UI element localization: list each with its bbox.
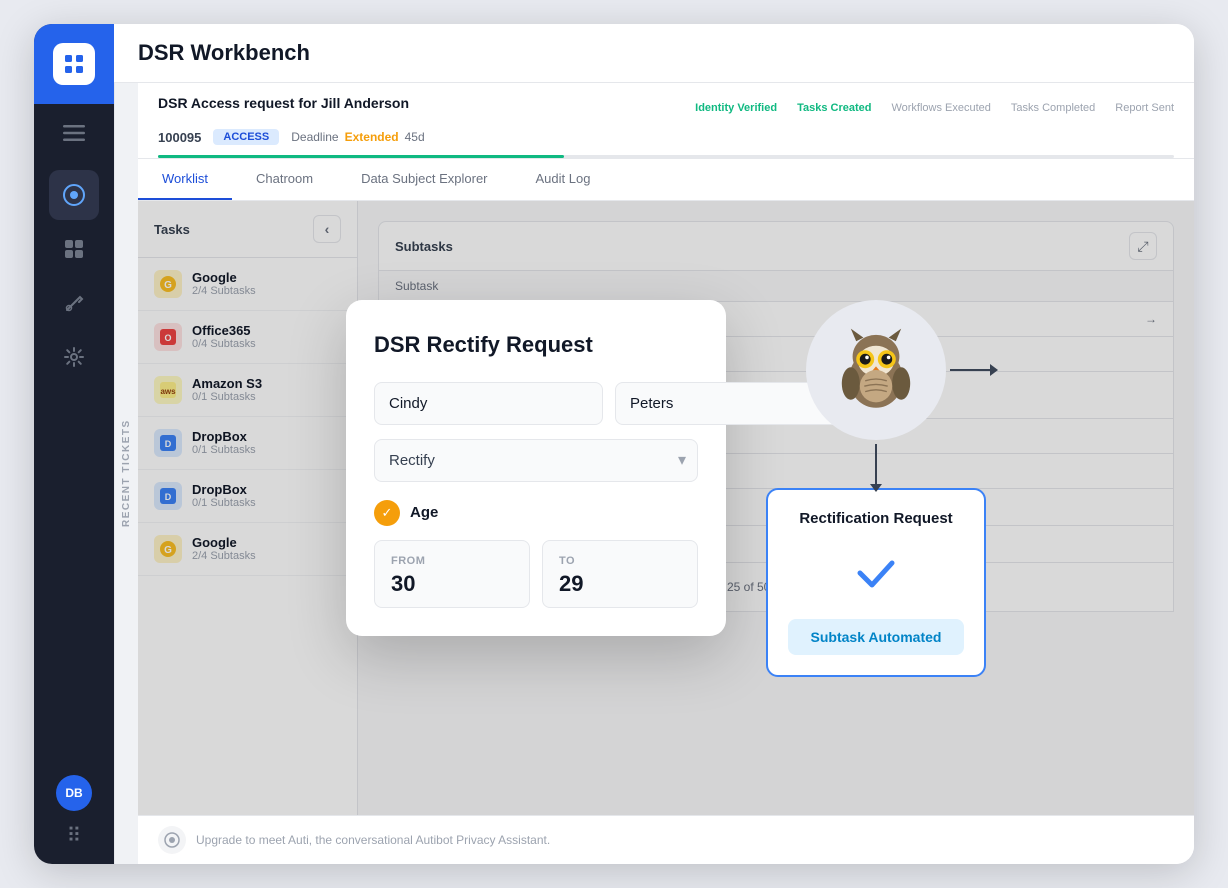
request-type-select[interactable]: Rectify xyxy=(374,439,698,482)
modal-and-right: DSR Rectify Request Rectify ▾ xyxy=(346,300,986,677)
auti-icon xyxy=(158,826,186,854)
logo-icon xyxy=(53,43,95,85)
rect-title: Rectification Request xyxy=(788,510,964,527)
tab-audit-log[interactable]: Audit Log xyxy=(512,159,615,200)
ticket-area: RECENT TICKETS DSR Access request for Ji… xyxy=(114,83,1194,864)
header: DSR Workbench xyxy=(114,24,1194,83)
sidebar: DB ⠿ xyxy=(34,24,114,864)
progress-steps: Identity Verified Tasks Created Workflow… xyxy=(695,102,1174,114)
request-type-wrapper: Rectify ▾ xyxy=(374,439,698,482)
extended-tag: Extended xyxy=(345,130,399,144)
ticket-panel: DSR Access request for Jill Anderson Ide… xyxy=(138,83,1194,864)
age-label: Age xyxy=(410,504,438,521)
age-from-label: From xyxy=(391,555,513,567)
ticket-tabs: Worklist Chatroom Data Subject Explorer … xyxy=(138,159,1194,201)
owl-svg xyxy=(831,325,921,415)
sidebar-item-home[interactable] xyxy=(49,170,99,220)
age-to-label: To xyxy=(559,555,681,567)
ticket-meta: Deadline Extended 45d xyxy=(291,130,424,144)
age-to-value: 29 xyxy=(559,571,681,597)
step-report: Report Sent xyxy=(1115,102,1174,114)
step-workflows: Workflows Executed xyxy=(891,102,990,114)
down-arrow-container xyxy=(875,444,877,484)
bottom-bar: Upgrade to meet Auti, the conversational… xyxy=(138,815,1194,864)
age-from-value: 30 xyxy=(391,571,513,597)
sidebar-item-settings[interactable] xyxy=(49,332,99,382)
main-content: DSR Workbench RECENT TICKETS DSR Access … xyxy=(114,24,1194,864)
step-identity: Identity Verified xyxy=(695,102,777,114)
recent-tickets-strip: RECENT TICKETS xyxy=(114,83,138,864)
sidebar-item-dashboard[interactable] xyxy=(49,224,99,274)
sidebar-nav xyxy=(49,170,99,775)
first-name-field[interactable] xyxy=(374,382,603,425)
sidebar-bottom: DB ⠿ xyxy=(56,775,92,864)
apps-icon[interactable]: ⠿ xyxy=(67,823,82,848)
tab-chatroom[interactable]: Chatroom xyxy=(232,159,337,200)
menu-icon[interactable] xyxy=(34,108,114,158)
age-check-icon: ✓ xyxy=(374,500,400,526)
rectification-box: Rectification Request Subtask Automated xyxy=(766,488,986,677)
modal-title: DSR Rectify Request xyxy=(374,332,698,358)
age-label-row: ✓ Age xyxy=(374,500,698,526)
owl-mascot xyxy=(806,300,946,440)
tab-data-subject-explorer[interactable]: Data Subject Explorer xyxy=(337,159,511,200)
ticket-title: DSR Access request for Jill Anderson xyxy=(158,95,409,111)
tab-worklist[interactable]: Worklist xyxy=(138,159,232,200)
content-body: Tasks ‹ G Google 2/4 Subtasks xyxy=(138,201,1194,815)
ticket-header: DSR Access request for Jill Anderson Ide… xyxy=(138,83,1194,159)
overlay: DSR Rectify Request Rectify ▾ xyxy=(138,201,1194,815)
horizontal-arrow xyxy=(950,369,990,371)
down-arrow xyxy=(875,444,877,484)
ticket-badge: ACCESS xyxy=(213,129,279,145)
age-fields: From 30 To 29 xyxy=(374,540,698,608)
dsr-rectify-modal: DSR Rectify Request Rectify ▾ xyxy=(346,300,726,636)
step-completed: Tasks Completed xyxy=(1011,102,1095,114)
bottom-bar-text: Upgrade to meet Auti, the conversational… xyxy=(196,833,550,847)
ticket-id: 100095 xyxy=(158,130,201,145)
rectification-checkmark xyxy=(846,543,906,603)
sidebar-item-tools[interactable] xyxy=(49,278,99,328)
step-tasks: Tasks Created xyxy=(797,102,871,114)
sidebar-logo[interactable] xyxy=(34,24,114,104)
ticket-info-row: DSR Access request for Jill Anderson xyxy=(158,95,409,111)
right-panel: Rectification Request Subtask Automated xyxy=(766,300,986,677)
avatar[interactable]: DB xyxy=(56,775,92,811)
age-to-box: To 29 xyxy=(542,540,698,608)
age-from-box: From 30 xyxy=(374,540,530,608)
page-title: DSR Workbench xyxy=(138,40,310,65)
subtask-automated-label: Subtask Automated xyxy=(788,619,964,655)
name-row xyxy=(374,382,698,425)
